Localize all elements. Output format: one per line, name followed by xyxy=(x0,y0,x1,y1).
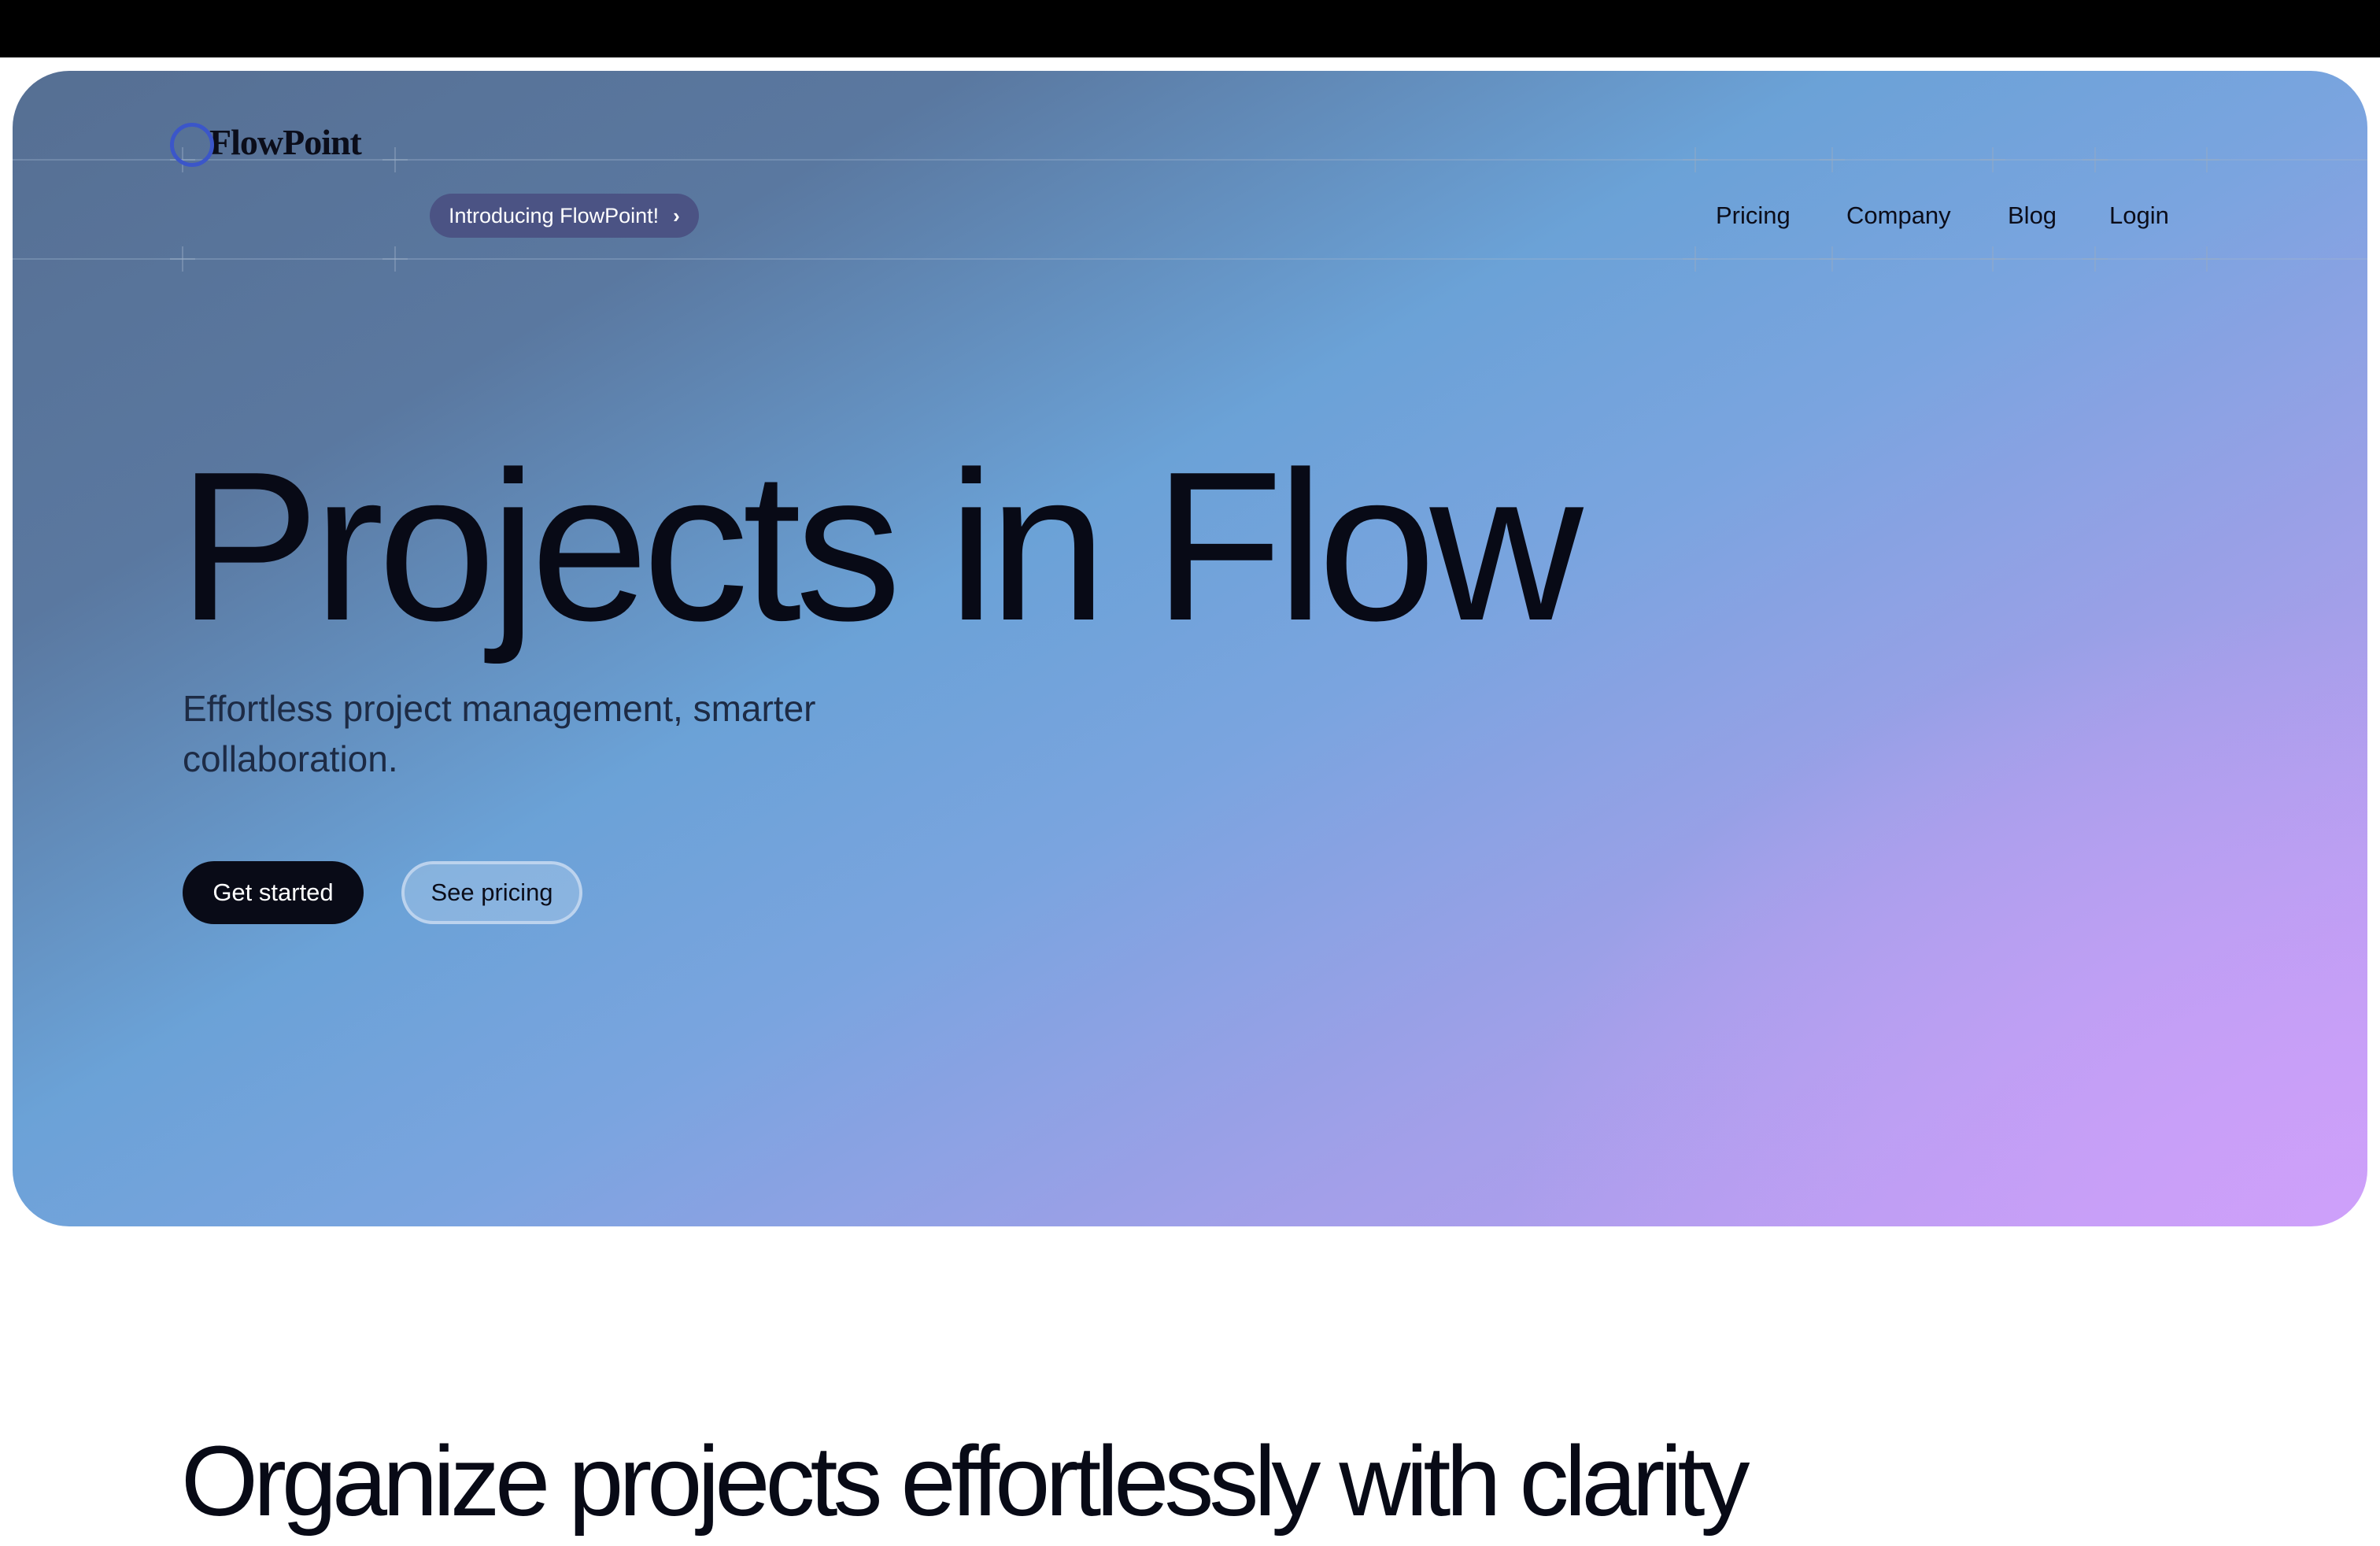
browser-top-bar xyxy=(0,0,2380,57)
nav-item-login[interactable]: Login xyxy=(2109,194,2169,238)
nav-label: Pricing xyxy=(1716,202,1791,229)
nav-item-pricing[interactable]: Pricing xyxy=(1716,194,1791,238)
nav-label: Blog xyxy=(2008,202,2057,229)
grid-cross-marker xyxy=(1980,246,2005,272)
hero-subtitle: Effortless project management, smarter c… xyxy=(183,688,816,779)
nav-item-company[interactable]: Company xyxy=(1846,194,1951,238)
nav-label: Company xyxy=(1846,202,1951,229)
nav-item-blog[interactable]: Blog xyxy=(2008,194,2057,238)
nav-label: Login xyxy=(2109,202,2169,229)
introducing-badge[interactable]: Introducing FlowPoint! › xyxy=(430,194,699,238)
logo-ring-icon xyxy=(170,123,214,167)
grid-line-top xyxy=(13,159,2367,161)
grid-cross-marker xyxy=(2194,246,2219,272)
see-pricing-button[interactable]: See pricing xyxy=(401,861,582,924)
grid-cross-marker xyxy=(2082,246,2108,272)
get-started-button[interactable]: Get started xyxy=(183,861,364,924)
grid-cross-marker xyxy=(1980,147,2005,172)
hero-title: Projects in Flow xyxy=(178,428,1584,665)
introducing-badge-label: Introducing FlowPoint! xyxy=(449,203,660,227)
grid-cross-marker xyxy=(1683,147,1708,172)
grid-cross-marker xyxy=(2082,147,2108,172)
logo-text: FlowPoint xyxy=(209,121,362,162)
grid-cross-marker xyxy=(170,246,195,272)
grid-cross-marker xyxy=(1820,147,1845,172)
grid-cross-marker xyxy=(1683,246,1708,272)
chevron-right-icon: › xyxy=(673,203,680,227)
grid-cross-marker xyxy=(2194,147,2219,172)
grid-cross-marker xyxy=(382,147,408,172)
grid-cross-marker xyxy=(382,246,408,272)
grid-cross-marker xyxy=(1820,246,1845,272)
grid-line-bottom xyxy=(13,258,2367,260)
section-title: Organize projects effortlessly with clar… xyxy=(181,1426,1750,1537)
flowpoint-logo[interactable]: FlowPoint xyxy=(170,110,362,173)
